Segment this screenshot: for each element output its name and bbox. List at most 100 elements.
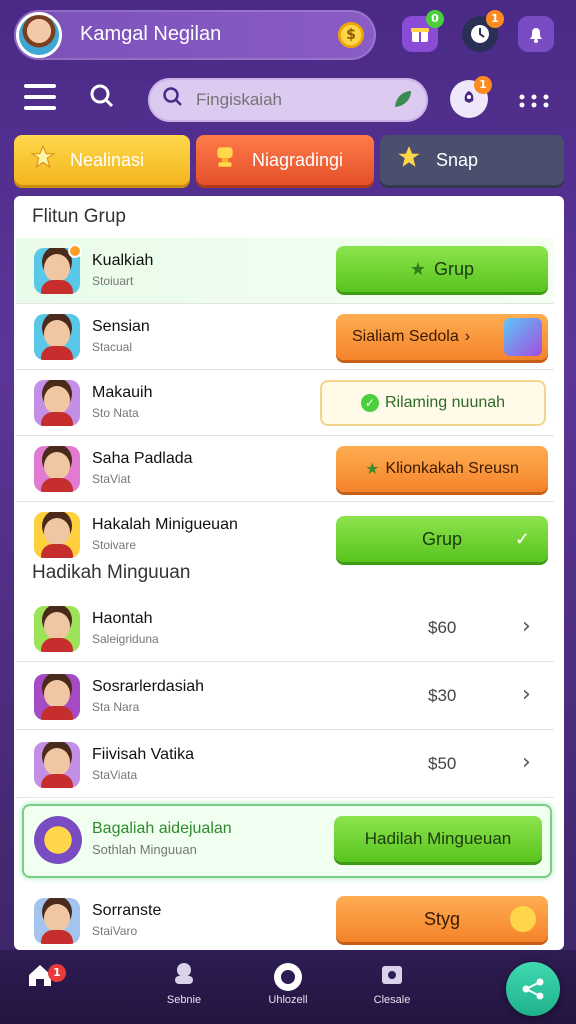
more-options-icon[interactable] xyxy=(518,90,550,115)
star-icon xyxy=(30,144,56,177)
leaf-icon: ★ xyxy=(365,461,380,478)
nav-sebnie[interactable]: Sebnie xyxy=(144,960,224,1006)
tab-label: Snap xyxy=(436,149,479,170)
gift-icon[interactable]: 0 xyxy=(402,10,444,52)
search-input[interactable] xyxy=(196,88,376,112)
avatar xyxy=(34,898,80,944)
section-title-weekly: Hadikah Minguuan xyxy=(32,562,191,583)
trophy-icon xyxy=(212,144,238,177)
nav-uhlozell[interactable]: Uhlozell xyxy=(248,960,328,1006)
item-name: Saha Padlada xyxy=(92,450,193,467)
item-subtitle: Stoiuart xyxy=(92,274,134,288)
avatar xyxy=(34,512,80,558)
share-icon[interactable] xyxy=(506,962,560,1016)
action-button[interactable]: ★ Klionkakah Sreusn xyxy=(336,446,548,492)
search-bar[interactable] xyxy=(148,78,428,122)
content-panel: Flitun Grup Kualkiah Stoiuart ★ Grup Sen… xyxy=(14,196,564,950)
avatar xyxy=(34,606,80,652)
circle-icon xyxy=(248,960,328,994)
item-subtitle: StaiVaro xyxy=(92,924,138,938)
bell-icon[interactable] xyxy=(518,16,554,52)
action-button[interactable]: ✓ Rilaming nuunah xyxy=(320,380,546,426)
action-button[interactable]: Sialiam Sedola › xyxy=(336,314,548,360)
group-button[interactable]: ★ Grup xyxy=(336,246,548,292)
chevron-right-icon[interactable]: › xyxy=(522,614,531,639)
tab-bar: Nealinasi Niagradingi Snap xyxy=(14,135,564,187)
item-subtitle: Saleigriduna xyxy=(92,632,159,646)
list-item[interactable]: Kualkiah Stoiuart ★ Grup xyxy=(16,238,554,304)
search-icon[interactable] xyxy=(88,82,116,117)
price: $60 xyxy=(428,618,457,637)
cube-icon xyxy=(504,318,542,356)
notification-badge: 1 xyxy=(474,76,492,94)
search-icon xyxy=(162,86,184,114)
item-name: Sosrarlerdasiah xyxy=(92,678,205,695)
chevron-right-icon: › xyxy=(464,328,471,345)
star-icon xyxy=(396,144,422,177)
clock-icon xyxy=(510,906,536,932)
home-icon xyxy=(0,960,80,994)
item-subtitle: StaViat xyxy=(92,472,131,486)
item-name: Haontah xyxy=(92,610,153,627)
bottom-nav: 1 Sebnie Uhlozell Clesale xyxy=(0,950,576,1024)
menu-icon[interactable] xyxy=(24,84,56,112)
tab-snap[interactable]: Snap xyxy=(380,135,564,185)
nav-home[interactable]: 1 xyxy=(0,960,80,994)
table-row[interactable]: Fiivisah Vatika StaViata $50 › xyxy=(16,732,554,798)
group-button[interactable]: Grup ✓ xyxy=(336,516,548,562)
chevron-right-icon[interactable]: › xyxy=(522,750,531,775)
profile-pill[interactable]: Kamgal Negilan $ xyxy=(14,10,376,60)
notification-badge: 1 xyxy=(486,10,504,28)
avatar[interactable] xyxy=(16,12,62,58)
rocket-icon[interactable]: 1 xyxy=(450,76,492,118)
item-subtitle: Stoivare xyxy=(92,538,137,552)
item-name: Sensian xyxy=(92,318,150,335)
tab-label: Nealinasi xyxy=(70,149,145,170)
list-item[interactable]: Sorranste StaiVaro Styg xyxy=(16,888,554,950)
calendar-icon xyxy=(352,960,432,994)
price: $30 xyxy=(428,686,457,705)
clock-icon[interactable]: 1 xyxy=(462,10,504,52)
price: $50 xyxy=(428,754,457,773)
leaf-icon xyxy=(392,88,414,115)
avatar xyxy=(34,380,80,426)
item-name: Hakalah Minigueuan xyxy=(92,516,238,533)
featured-row[interactable]: Bagaliah aidejualan Sothlah Minguuan Had… xyxy=(22,804,552,878)
item-name: Bagaliah aidejualan xyxy=(92,820,232,837)
table-row[interactable]: Haontah Saleigriduna $60 › xyxy=(16,596,554,662)
check-circle-icon: ✓ xyxy=(360,394,379,412)
badge-icon xyxy=(68,244,82,258)
item-subtitle: Stacual xyxy=(92,340,133,354)
item-name: Sorranste xyxy=(92,902,162,919)
notification-badge: 1 xyxy=(48,964,66,982)
weekly-reward-button[interactable]: Hadilah Mingueuan xyxy=(334,816,542,862)
nav-row: 1 xyxy=(0,76,576,126)
item-subtitle: Sothlah Minguuan xyxy=(92,842,197,857)
check-icon: ✓ xyxy=(514,528,530,549)
group-icon xyxy=(144,960,224,994)
nav-clesale[interactable]: Clesale xyxy=(352,960,432,1006)
list-item[interactable]: Makauih Sto Nata ✓ Rilaming nuunah xyxy=(16,370,554,436)
item-subtitle: Sto Nata xyxy=(92,406,139,420)
star-icon xyxy=(34,816,82,864)
avatar xyxy=(34,314,80,360)
table-row[interactable]: Sosrarlerdasiah Sta Nara $30 › xyxy=(16,664,554,730)
profile-name: Kamgal Negilan xyxy=(80,23,222,45)
tab-label: Niagradingi xyxy=(252,149,344,170)
coin-icon[interactable]: $ xyxy=(338,22,364,48)
avatar xyxy=(34,674,80,720)
list-item[interactable]: Saha Padlada StaViat ★ Klionkakah Sreusn xyxy=(16,436,554,502)
tab-nealinasi[interactable]: Nealinasi xyxy=(14,135,190,185)
section-title-group: Flitun Grup xyxy=(32,206,126,227)
list-item[interactable]: Sensian Stacual Sialiam Sedola › xyxy=(16,304,554,370)
chevron-right-icon[interactable]: › xyxy=(522,682,531,707)
action-button[interactable]: Styg xyxy=(336,896,548,942)
item-subtitle: StaViata xyxy=(92,768,138,782)
item-name: Makauih xyxy=(92,384,153,401)
item-name: Kualkiah xyxy=(92,252,154,269)
top-bar: Kamgal Negilan $ 0 1 xyxy=(0,0,576,76)
notification-badge: 0 xyxy=(426,10,444,28)
tab-niagradingi[interactable]: Niagradingi xyxy=(196,135,374,185)
item-name: Fiivisah Vatika xyxy=(92,746,194,763)
item-subtitle: Sta Nara xyxy=(92,700,140,714)
